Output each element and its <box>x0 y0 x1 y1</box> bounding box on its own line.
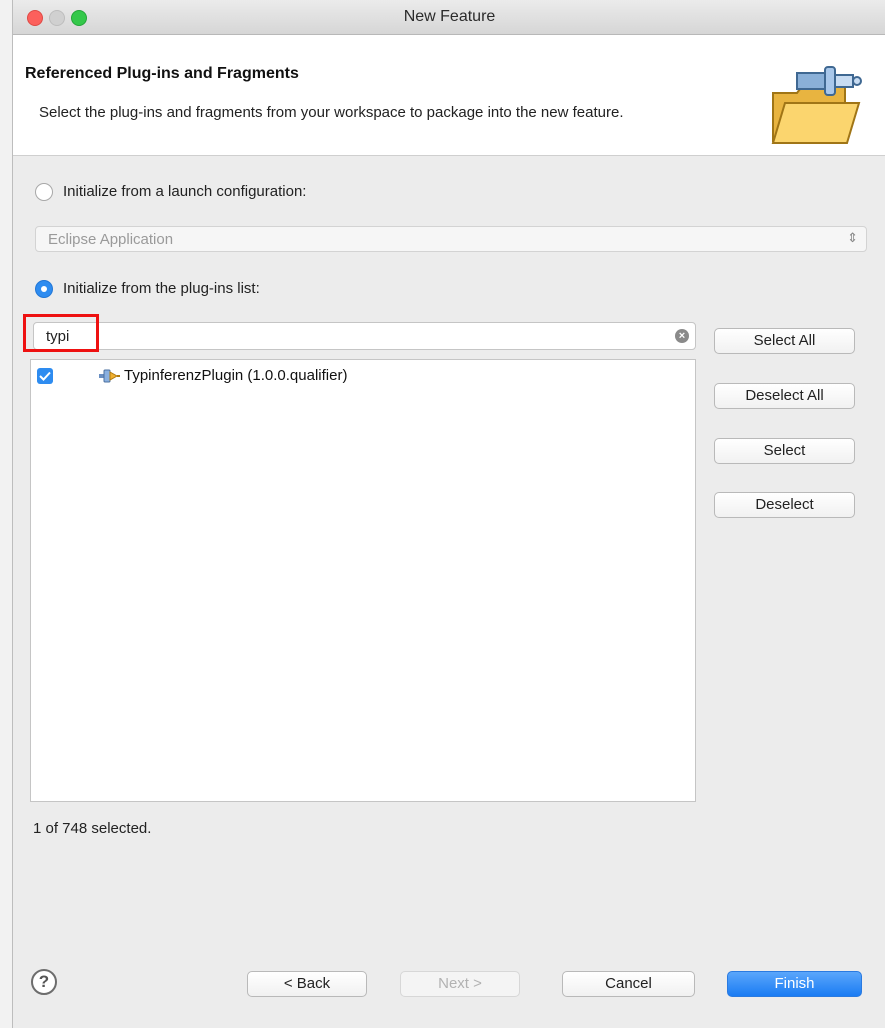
back-button[interactable]: < Back <box>247 971 367 997</box>
plugin-label: TypinferenzPlugin (1.0.0.qualifier) <box>124 367 348 384</box>
launch-config-label: Initialize from a launch configuration: <box>63 183 307 200</box>
list-item[interactable]: TypinferenzPlugin (1.0.0.qualifier) <box>31 364 695 388</box>
plugins-list-label: Initialize from the plug-ins list: <box>63 280 260 297</box>
title-bar: New Feature <box>13 0 885 35</box>
plugin-filter-field[interactable]: × <box>33 322 696 350</box>
new-feature-dialog: New Feature Referenced Plug-ins and Frag… <box>12 0 885 1028</box>
launch-config-select: Eclipse Application ⇕ <box>35 226 867 252</box>
plugin-icon <box>99 369 120 383</box>
filter-input[interactable] <box>42 326 650 346</box>
deselect-button[interactable]: Deselect <box>714 492 855 518</box>
updown-caret-icon: ⇕ <box>847 230 858 245</box>
page-title: Referenced Plug-ins and Fragments <box>25 65 299 82</box>
help-icon[interactable]: ? <box>31 969 57 995</box>
plugin-list[interactable]: TypinferenzPlugin (1.0.0.qualifier) <box>30 359 696 802</box>
cancel-button[interactable]: Cancel <box>562 971 695 997</box>
plugin-checkbox[interactable] <box>37 368 53 384</box>
checkmark-icon <box>39 371 51 381</box>
wizard-header: Referenced Plug-ins and Fragments Select… <box>13 35 885 156</box>
page-description: Select the plug-ins and fragments from y… <box>39 104 624 121</box>
plugins-list-radio[interactable] <box>35 280 53 298</box>
launch-config-radio[interactable] <box>35 183 53 201</box>
window-title: New Feature <box>403 8 496 25</box>
select-button[interactable]: Select <box>714 438 855 464</box>
feature-folder-plug-icon <box>771 66 862 144</box>
select-all-button[interactable]: Select All <box>714 328 855 354</box>
launch-config-value: Eclipse Application <box>48 231 174 248</box>
highlight-annotation <box>23 314 99 352</box>
finish-button[interactable]: Finish <box>727 971 862 997</box>
clear-filter-icon[interactable]: × <box>675 329 689 343</box>
deselect-all-button[interactable]: Deselect All <box>714 383 855 409</box>
next-button[interactable]: Next > <box>400 971 520 997</box>
selection-status: 1 of 748 selected. <box>33 820 152 837</box>
